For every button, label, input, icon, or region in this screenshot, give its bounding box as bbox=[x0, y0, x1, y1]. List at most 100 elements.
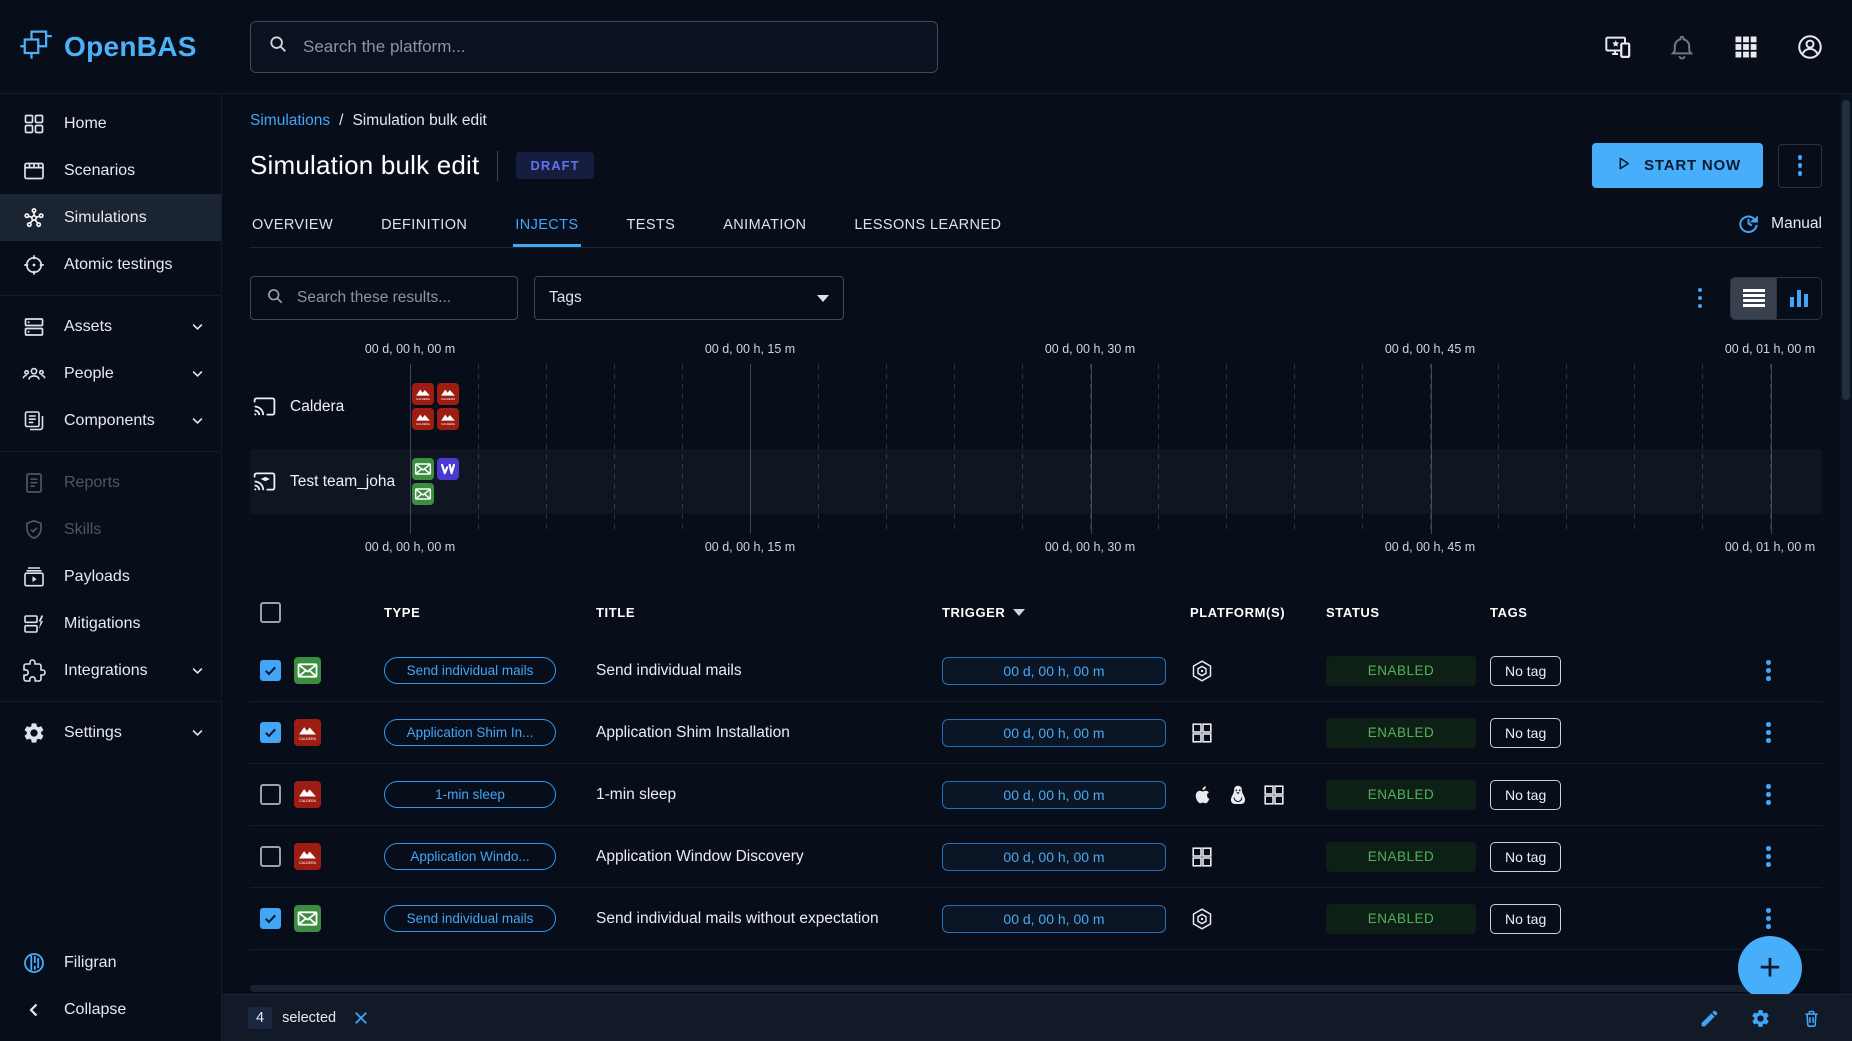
devices-icon[interactable] bbox=[1604, 33, 1632, 61]
inject-type-chip[interactable]: 1-min sleep bbox=[384, 781, 556, 808]
timeline-row-label: Test team_joha bbox=[250, 469, 410, 494]
inject-type-chip[interactable]: Send individual mails bbox=[384, 657, 556, 684]
tab-animation[interactable]: ANIMATION bbox=[721, 205, 808, 247]
column-header-trigger[interactable]: TRIGGER bbox=[942, 605, 1190, 620]
column-header-type[interactable]: TYPE bbox=[356, 605, 596, 620]
apps-grid-icon[interactable] bbox=[1732, 33, 1760, 61]
column-header-status[interactable]: STATUS bbox=[1326, 605, 1490, 620]
delete-trash-icon[interactable] bbox=[1801, 1008, 1822, 1029]
table-row[interactable]: CALDERA 1-min sleep 1-min sleep 00 d, 00… bbox=[250, 764, 1822, 826]
start-now-button[interactable]: START NOW bbox=[1592, 143, 1763, 188]
row-kebab-icon[interactable] bbox=[1766, 660, 1822, 681]
inject-type-chip[interactable]: Application Windo... bbox=[384, 843, 556, 870]
vertical-scrollbar[interactable] bbox=[1840, 94, 1852, 1041]
channel-inject-icon[interactable] bbox=[437, 458, 459, 480]
results-search[interactable] bbox=[250, 276, 518, 320]
row-checkbox-checked[interactable] bbox=[260, 908, 281, 929]
notifications-bell-icon[interactable] bbox=[1668, 33, 1696, 61]
target-icon bbox=[22, 253, 46, 277]
trigger-chip[interactable]: 00 d, 00 h, 00 m bbox=[942, 719, 1166, 747]
sidebar-item-label: Assets bbox=[64, 318, 112, 336]
topbar-actions bbox=[1604, 33, 1852, 61]
email-inject-icon[interactable] bbox=[412, 483, 434, 505]
sidebar-item-payloads[interactable]: Payloads bbox=[0, 553, 221, 600]
column-header-tags[interactable]: TAGS bbox=[1490, 605, 1754, 620]
row-checkbox-checked[interactable] bbox=[260, 722, 281, 743]
row-checkbox[interactable] bbox=[260, 784, 281, 805]
platform-search-input[interactable] bbox=[301, 36, 921, 58]
play-icon bbox=[1614, 154, 1633, 177]
trigger-chip[interactable]: 00 d, 00 h, 00 m bbox=[942, 657, 1166, 685]
chart-view-button[interactable] bbox=[1776, 278, 1821, 319]
select-all-checkbox[interactable] bbox=[260, 602, 281, 623]
row-kebab-icon[interactable] bbox=[1766, 784, 1822, 805]
inject-title: Send individual mails bbox=[596, 662, 942, 680]
sidebar-item-people[interactable]: People bbox=[0, 350, 221, 397]
sidebar-item-simulations[interactable]: Simulations bbox=[0, 194, 221, 241]
table-row[interactable]: CALDERA Application Shim In... Applicati… bbox=[250, 702, 1822, 764]
caldera-inject-icon[interactable]: CALDERA bbox=[412, 383, 434, 405]
caldera-inject-icon[interactable]: CALDERA bbox=[437, 383, 459, 405]
row-kebab-icon[interactable] bbox=[1766, 846, 1822, 867]
sidebar-item-assets[interactable]: Assets bbox=[0, 303, 221, 350]
chevron-down-icon bbox=[188, 411, 207, 430]
column-header-platforms[interactable]: PLATFORM(S) bbox=[1190, 605, 1326, 620]
sidebar-item-scenarios[interactable]: Scenarios bbox=[0, 147, 221, 194]
breadcrumb-simulations-link[interactable]: Simulations bbox=[250, 112, 330, 130]
sidebar-item-skills[interactable]: Skills bbox=[0, 506, 221, 553]
sidebar-collapse[interactable]: Collapse bbox=[0, 986, 221, 1033]
account-circle-icon[interactable] bbox=[1796, 33, 1824, 61]
table-row[interactable]: CALDERA Application Windo... Application… bbox=[250, 826, 1822, 888]
tab-definition[interactable]: DEFINITION bbox=[379, 205, 469, 247]
column-header-title[interactable]: TITLE bbox=[596, 605, 942, 620]
tags-filter-select[interactable]: Tags bbox=[534, 276, 844, 320]
trigger-chip[interactable]: 00 d, 00 h, 00 m bbox=[942, 905, 1166, 933]
trigger-chip[interactable]: 00 d, 00 h, 00 m bbox=[942, 781, 1166, 809]
sidebar-item-components[interactable]: Components bbox=[0, 397, 221, 444]
sidebar-item-settings[interactable]: Settings bbox=[0, 709, 221, 756]
row-checkbox-checked[interactable] bbox=[260, 660, 281, 681]
tab-tests[interactable]: TESTS bbox=[625, 205, 678, 247]
svg-text:CALDERA: CALDERA bbox=[299, 737, 317, 741]
tab-lessons-learned[interactable]: LESSONS LEARNED bbox=[852, 205, 1003, 247]
sidebar-item-mitigations[interactable]: Mitigations bbox=[0, 600, 221, 647]
status-badge: DRAFT bbox=[516, 152, 593, 179]
sidebar-item-integrations[interactable]: Integrations bbox=[0, 647, 221, 694]
email-inject-icon[interactable] bbox=[412, 458, 434, 480]
filter-kebab-icon[interactable] bbox=[1698, 288, 1703, 309]
table-row[interactable]: Send individual mails Send individual ma… bbox=[250, 640, 1822, 702]
global-search[interactable] bbox=[250, 21, 938, 73]
email-type-icon bbox=[294, 657, 321, 684]
sidebar-item-label: Scenarios bbox=[64, 162, 135, 180]
brand[interactable]: OpenBAS bbox=[0, 26, 222, 67]
inject-type-chip[interactable]: Send individual mails bbox=[384, 905, 556, 932]
inject-type-chip[interactable]: Application Shim In... bbox=[384, 719, 556, 746]
components-icon bbox=[22, 409, 46, 433]
sidebar-item-home[interactable]: Home bbox=[0, 100, 221, 147]
caldera-inject-icon[interactable]: CALDERA bbox=[412, 408, 434, 430]
mitigations-icon bbox=[22, 612, 46, 636]
caldera-inject-icon[interactable]: CALDERA bbox=[437, 408, 459, 430]
add-inject-fab[interactable]: + bbox=[1738, 936, 1802, 1000]
tab-injects[interactable]: INJECTS bbox=[513, 205, 580, 247]
row-checkbox[interactable] bbox=[260, 846, 281, 867]
row-kebab-icon[interactable] bbox=[1766, 722, 1822, 743]
tab-overview[interactable]: OVERVIEW bbox=[250, 205, 335, 247]
simulation-menu-button[interactable] bbox=[1778, 144, 1822, 188]
bulk-update-gear-icon[interactable] bbox=[1750, 1008, 1771, 1029]
timeline-items-caldera: CALDERA CALDERA CALDERA CALDERA bbox=[412, 383, 459, 430]
table-row[interactable]: Send individual mails Send individual ma… bbox=[250, 888, 1822, 950]
close-icon[interactable] bbox=[352, 1009, 370, 1027]
list-view-button[interactable] bbox=[1731, 278, 1776, 319]
sidebar-item-reports[interactable]: Reports bbox=[0, 459, 221, 506]
sidebar-item-filigran[interactable]: Filigran bbox=[0, 939, 221, 986]
update-clock-icon[interactable] bbox=[1736, 211, 1761, 236]
sidebar: Home Scenarios Simulations bbox=[0, 94, 222, 1041]
results-search-input[interactable] bbox=[295, 288, 503, 308]
horizontal-scrollbar[interactable] bbox=[250, 985, 1790, 992]
trigger-chip[interactable]: 00 d, 00 h, 00 m bbox=[942, 843, 1166, 871]
sidebar-item-atomic-testings[interactable]: Atomic testings bbox=[0, 241, 221, 288]
sidebar-item-label: Simulations bbox=[64, 209, 147, 227]
edit-pencil-icon[interactable] bbox=[1699, 1008, 1720, 1029]
row-kebab-icon[interactable] bbox=[1766, 908, 1822, 929]
